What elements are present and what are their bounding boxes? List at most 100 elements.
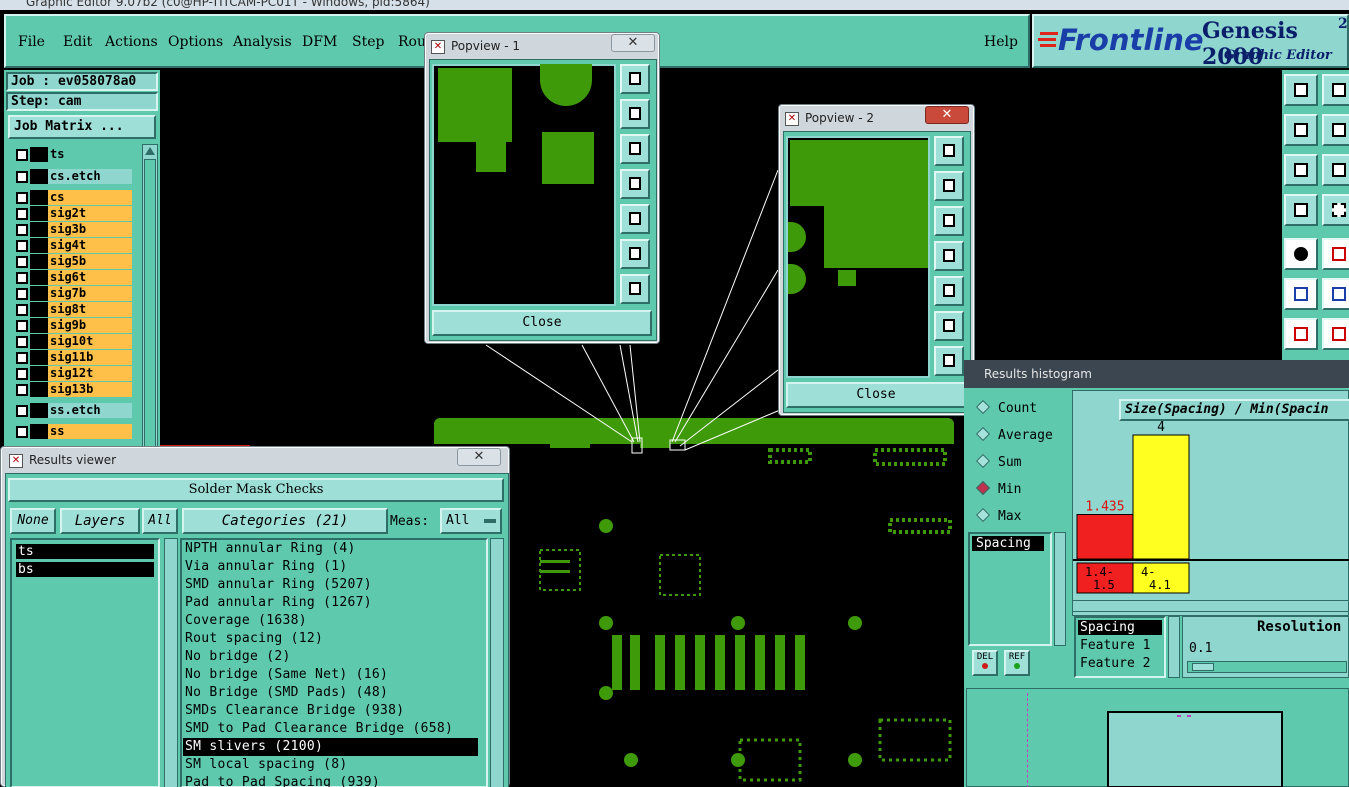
layer-checkbox[interactable] [16,288,28,300]
layer-row-cs[interactable]: cs [14,190,132,205]
mode-sum-radio[interactable]: Sum [975,453,1021,470]
popview-2-tool-6[interactable] [934,311,964,341]
result-layer-item[interactable]: ts [16,544,154,559]
layer-name[interactable]: sig9b [48,318,132,333]
layer-name[interactable]: sig7b [48,286,132,301]
layer-checkbox[interactable] [16,336,28,348]
all-layers-button[interactable]: All [142,508,178,534]
layer-name[interactable]: sig6t [48,270,132,285]
del-button[interactable]: DEL [972,650,998,676]
category-item[interactable]: SMD to Pad Clearance Bridge (658) [183,720,478,738]
menu-step[interactable]: Step [352,34,384,50]
popview-1-tool-4[interactable] [620,169,650,199]
layer-checkbox[interactable] [16,256,28,268]
popview-2-tool-2[interactable] [934,171,964,201]
layer-row-ss[interactable]: ss [14,424,132,439]
ref-button[interactable]: REF [1004,650,1030,676]
categories-button[interactable]: Categories (21) [182,508,388,534]
category-item[interactable]: SMD annular Ring (5207) [183,576,478,594]
popview-1-tool-2[interactable] [620,99,650,129]
layer-checkbox[interactable] [16,352,28,364]
layer-checkbox[interactable] [16,208,28,220]
layer-row-sig6t[interactable]: sig6t [14,270,132,285]
pan-left-button[interactable] [1284,114,1318,146]
none-button[interactable]: None [10,508,56,534]
results-viewer-close-icon[interactable]: ✕ [457,448,501,466]
mode-min-radio[interactable]: Min [975,480,1021,497]
feature-item[interactable]: Feature 1 [1078,638,1162,653]
category-item[interactable]: No bridge (Same Net) (16) [183,666,478,684]
category-scrollbar[interactable] [490,538,504,787]
layer-row-sig9b[interactable]: sig9b [14,318,132,333]
feature-item[interactable]: Feature 2 [1078,656,1162,671]
layer-row-sig8t[interactable]: sig8t [14,302,132,317]
result-layer-item[interactable]: bs [16,562,154,577]
layer-row-ts[interactable]: ts [14,147,132,162]
popview-2-tool-5[interactable] [934,276,964,306]
menu-help[interactable]: Help [984,34,1018,50]
menu-analysis[interactable]: Analysis [233,34,292,50]
snap-button[interactable] [1284,194,1318,226]
layer-checkbox[interactable] [16,304,28,316]
layer-name[interactable]: ss [48,424,132,439]
grid-button[interactable] [1322,194,1349,226]
layer-name[interactable]: sig2t [48,206,132,221]
layer-checkbox[interactable] [16,240,28,252]
category-item[interactable]: No Bridge (SMD Pads) (48) [183,684,478,702]
popview-1-tool-1[interactable] [620,64,650,94]
popview-2-canvas[interactable] [786,136,930,378]
mode-max-radio[interactable]: Max [975,507,1021,524]
feature-item[interactable]: Spacing [1078,620,1162,635]
category-item[interactable]: SM slivers (2100) [183,738,478,756]
job-matrix-button[interactable]: Job Matrix ... [8,115,156,139]
layer-row-ss.etch[interactable]: ss.etch [14,403,132,418]
layer-name[interactable]: sig11b [48,350,132,365]
layer-name[interactable]: ss.etch [48,403,132,418]
layers-button[interactable]: Layers [60,508,140,534]
layer-name[interactable]: sig13b [48,382,132,397]
feature-scrollbar[interactable] [1168,616,1180,678]
cross-button[interactable] [1322,278,1349,310]
popview-2-tool-1[interactable] [934,136,964,166]
histogram-list-item[interactable]: Spacing [972,536,1044,551]
layer-checkbox[interactable] [16,426,28,438]
popview-2-tool-3[interactable] [934,206,964,236]
line2-button[interactable] [1322,318,1349,350]
layer-name[interactable]: sig5b [48,254,132,269]
layer-checkbox[interactable] [16,149,28,161]
layer-row-sig13b[interactable]: sig13b [14,382,132,397]
category-item[interactable]: No bridge (2) [183,648,478,666]
layer-checkbox[interactable] [16,384,28,396]
layer-name[interactable]: cs.etch [48,169,132,184]
layer-checkbox[interactable] [16,192,28,204]
fit-all-button[interactable] [1322,154,1349,186]
layer-row-sig3b[interactable]: sig3b [14,222,132,237]
zoom-in-button[interactable] [1322,74,1349,106]
layer-row-sig5b[interactable]: sig5b [14,254,132,269]
net-button[interactable] [1284,278,1318,310]
layer-checkbox[interactable] [16,368,28,380]
layer-name[interactable]: sig4t [48,238,132,253]
popview-1-close-button[interactable]: Close [432,310,652,336]
layer-name[interactable]: sig10t [48,334,132,349]
layer-row-sig2t[interactable]: sig2t [14,206,132,221]
category-item[interactable]: Rout spacing (12) [183,630,478,648]
category-item[interactable]: Pad to Pad Spacing (939) [183,774,478,787]
popview-1-tool-5[interactable] [620,204,650,234]
histogram-hscrollbar[interactable] [1072,600,1349,612]
popview-2-close-icon[interactable]: ✕ [925,106,969,124]
layer-checkbox[interactable] [16,224,28,236]
menu-edit[interactable]: Edit [63,34,92,50]
draw-button[interactable] [1322,238,1349,270]
popview-2-tool-4[interactable] [934,241,964,271]
layer-checkbox[interactable] [16,320,28,332]
category-item[interactable]: NPTH annular Ring (4) [183,540,478,558]
measure-button[interactable] [1284,238,1318,270]
zoom-home-button[interactable] [1284,74,1318,106]
menu-actions[interactable]: Actions [105,34,158,50]
popview-2-close-button[interactable]: Close [786,382,966,408]
mode-average-radio[interactable]: Average [975,426,1053,443]
layer-name[interactable]: sig3b [48,222,132,237]
popview-1-tool-7[interactable] [620,274,650,304]
histogram-list-scrollbar[interactable] [1054,532,1066,646]
